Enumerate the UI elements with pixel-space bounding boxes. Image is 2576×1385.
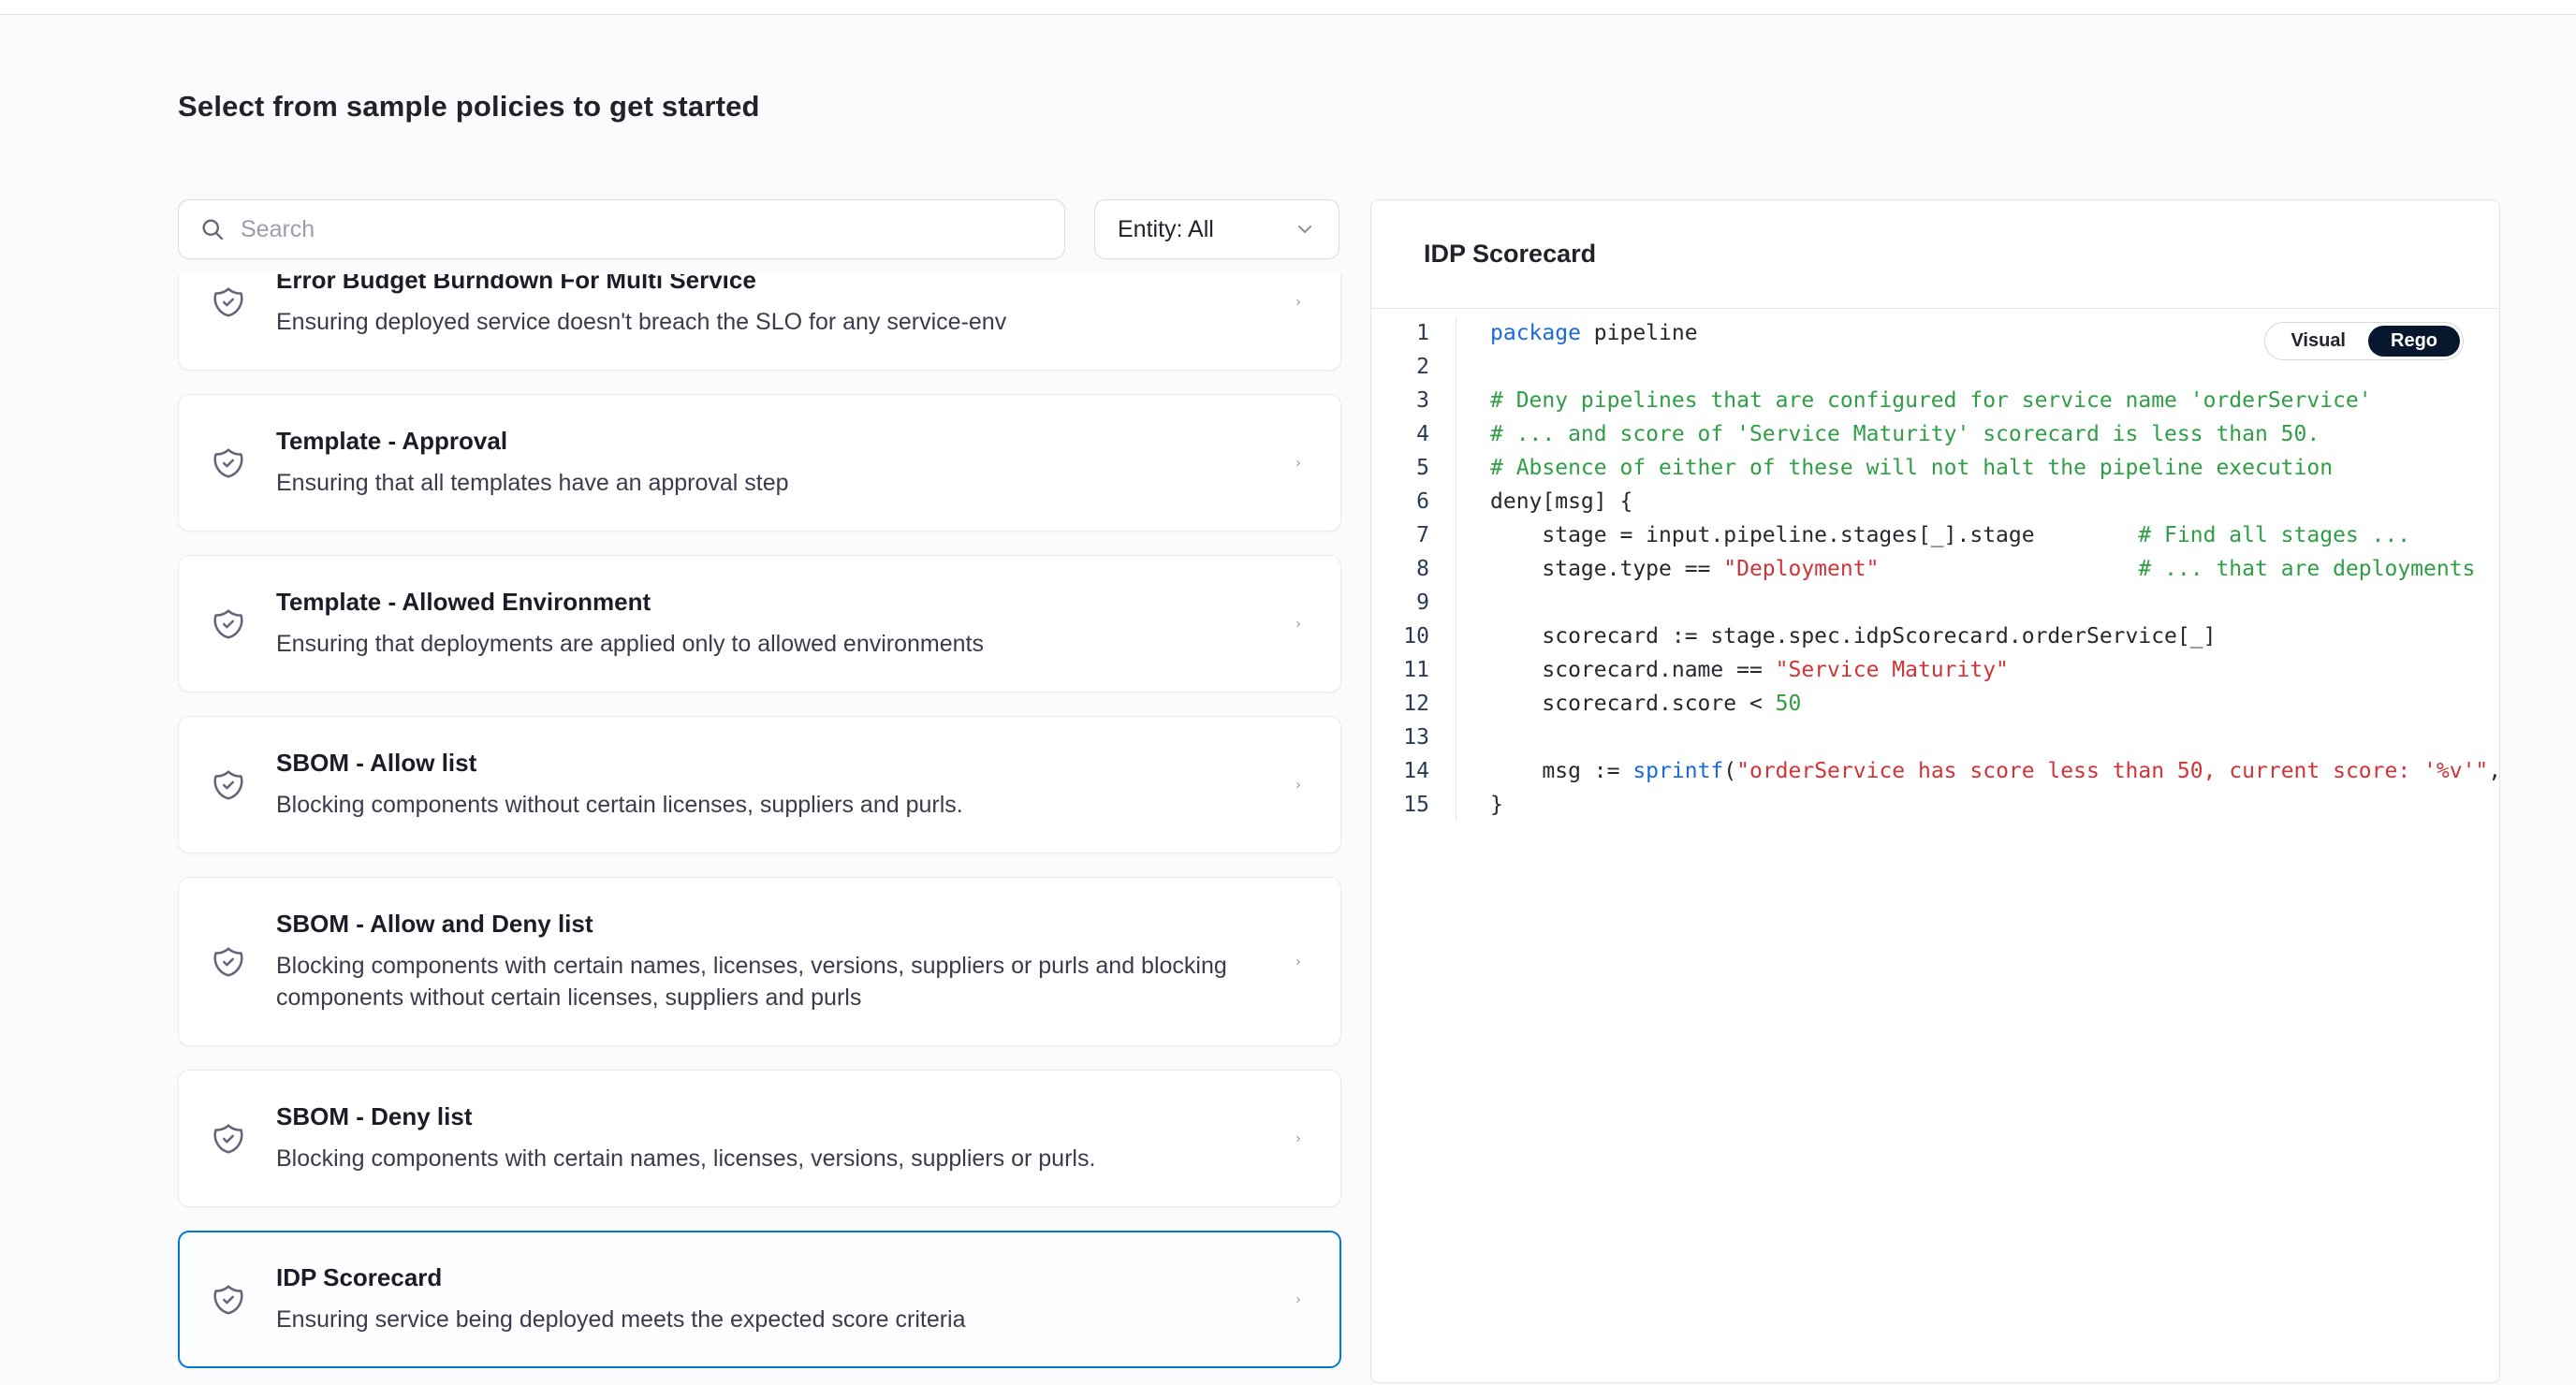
line-number: 14 [1371, 759, 1456, 783]
chevron-right-icon [1275, 610, 1303, 638]
policy-description: Ensuring that deployments are applied on… [276, 628, 984, 660]
search-icon [199, 216, 226, 242]
chevron-right-icon [1275, 288, 1303, 316]
policy-shield-check-icon [211, 445, 246, 481]
code-line: 15} [1371, 788, 2499, 822]
policy-description: Blocking components with certain names, … [276, 1143, 1095, 1174]
line-number: 9 [1371, 590, 1456, 615]
policy-toolbar: Entity: All [178, 199, 1341, 259]
code-line: 3# Deny pipelines that are configured fo… [1371, 384, 2499, 417]
entity-filter-value: Entity: All [1118, 216, 1214, 243]
visual-toggle-button[interactable]: Visual [2268, 326, 2368, 357]
top-bar [0, 0, 2576, 15]
code-viewer: Visual Rego 1package pipeline23# Deny pi… [1371, 309, 2499, 822]
line-number: 10 [1371, 624, 1456, 649]
line-number: 1 [1371, 321, 1456, 345]
policy-title: SBOM - Allow and Deny list [276, 910, 1275, 939]
line-number: 11 [1371, 658, 1456, 682]
code-line: 14 msg := sprintf("orderService has scor… [1371, 754, 2499, 788]
line-number: 6 [1371, 489, 1456, 514]
policy-shield-check-icon [211, 1121, 246, 1157]
policy-description: Blocking components with certain names, … [276, 950, 1275, 1013]
line-number: 4 [1371, 422, 1456, 446]
code-editor[interactable]: 1package pipeline23# Deny pipelines that… [1371, 316, 2499, 822]
code-line: 4# ... and score of 'Service Maturity' s… [1371, 417, 2499, 451]
chevron-right-icon [1275, 449, 1303, 477]
search-input[interactable] [241, 216, 1044, 243]
search-box[interactable] [178, 199, 1065, 259]
policy-shield-check-icon [211, 284, 246, 320]
chevron-right-icon [1275, 771, 1303, 799]
code-line: 9 [1371, 586, 2499, 620]
policy-title: SBOM - Deny list [276, 1102, 1095, 1131]
page-title: Select from sample policies to get start… [178, 90, 760, 124]
policy-title: Error Budget Burndown For Multi Service [276, 274, 1006, 295]
code-line: 11 scorecard.name == "Service Maturity" [1371, 653, 2499, 687]
policy-card[interactable]: Template - Approval Ensuring that all te… [178, 394, 1341, 532]
policy-description: Blocking components without certain lice… [276, 789, 963, 821]
preview-header: IDP Scorecard [1371, 200, 2499, 309]
view-mode-toggle: Visual Rego [2264, 322, 2464, 360]
rego-toggle-button[interactable]: Rego [2368, 326, 2460, 357]
policy-shield-check-icon [211, 767, 246, 803]
policy-preview-panel: IDP Scorecard Visual Rego 1package pipel… [1370, 199, 2500, 1383]
policy-card[interactable]: SBOM - Deny list Blocking components wit… [178, 1070, 1341, 1207]
chevron-right-icon [1275, 1125, 1303, 1153]
policy-list: Error Budget Burndown For Multi Service … [178, 274, 1341, 1385]
line-number: 8 [1371, 557, 1456, 581]
policy-shield-check-icon [211, 606, 246, 642]
policy-shield-check-icon [211, 1282, 246, 1318]
policy-description: Ensuring that all templates have an appr… [276, 467, 789, 499]
code-line: 6deny[msg] { [1371, 485, 2499, 518]
policy-shield-check-icon [211, 944, 246, 980]
code-line: 10 scorecard := stage.spec.idpScorecard.… [1371, 620, 2499, 653]
policy-card[interactable]: Error Budget Burndown For Multi Service … [178, 274, 1341, 371]
entity-filter-dropdown[interactable]: Entity: All [1094, 199, 1339, 259]
line-number: 5 [1371, 456, 1456, 480]
policy-title: Template - Approval [276, 427, 789, 456]
line-number: 7 [1371, 523, 1456, 547]
policy-description: Ensuring deployed service doesn't breach… [276, 306, 1006, 338]
chevron-right-icon [1275, 948, 1303, 976]
line-number: 13 [1371, 725, 1456, 750]
policy-card[interactable]: SBOM - Allow and Deny list Blocking comp… [178, 877, 1341, 1046]
chevron-right-icon [1275, 1286, 1303, 1314]
policy-card[interactable]: Template - Allowed Environment Ensuring … [178, 555, 1341, 692]
policy-title: Template - Allowed Environment [276, 588, 984, 617]
policy-card[interactable]: SBOM - Allow list Blocking components wi… [178, 716, 1341, 853]
policy-description: Ensuring service being deployed meets th… [276, 1304, 966, 1335]
line-number: 2 [1371, 355, 1456, 379]
code-line: 8 stage.type == "Deployment" # ... that … [1371, 552, 2499, 586]
code-line: 13 [1371, 721, 2499, 754]
code-line: 12 scorecard.score < 50 [1371, 687, 2499, 721]
code-line: 7 stage = input.pipeline.stages[_].stage… [1371, 518, 2499, 552]
policy-title: IDP Scorecard [276, 1263, 966, 1292]
code-line: 5# Absence of either of these will not h… [1371, 451, 2499, 485]
line-number: 3 [1371, 388, 1456, 413]
line-number: 12 [1371, 692, 1456, 716]
line-number: 15 [1371, 793, 1456, 817]
chevron-down-icon [1294, 218, 1316, 241]
preview-title: IDP Scorecard [1424, 240, 1596, 269]
policy-title: SBOM - Allow list [276, 749, 963, 778]
policy-card[interactable]: IDP Scorecard Ensuring service being dep… [178, 1231, 1341, 1368]
